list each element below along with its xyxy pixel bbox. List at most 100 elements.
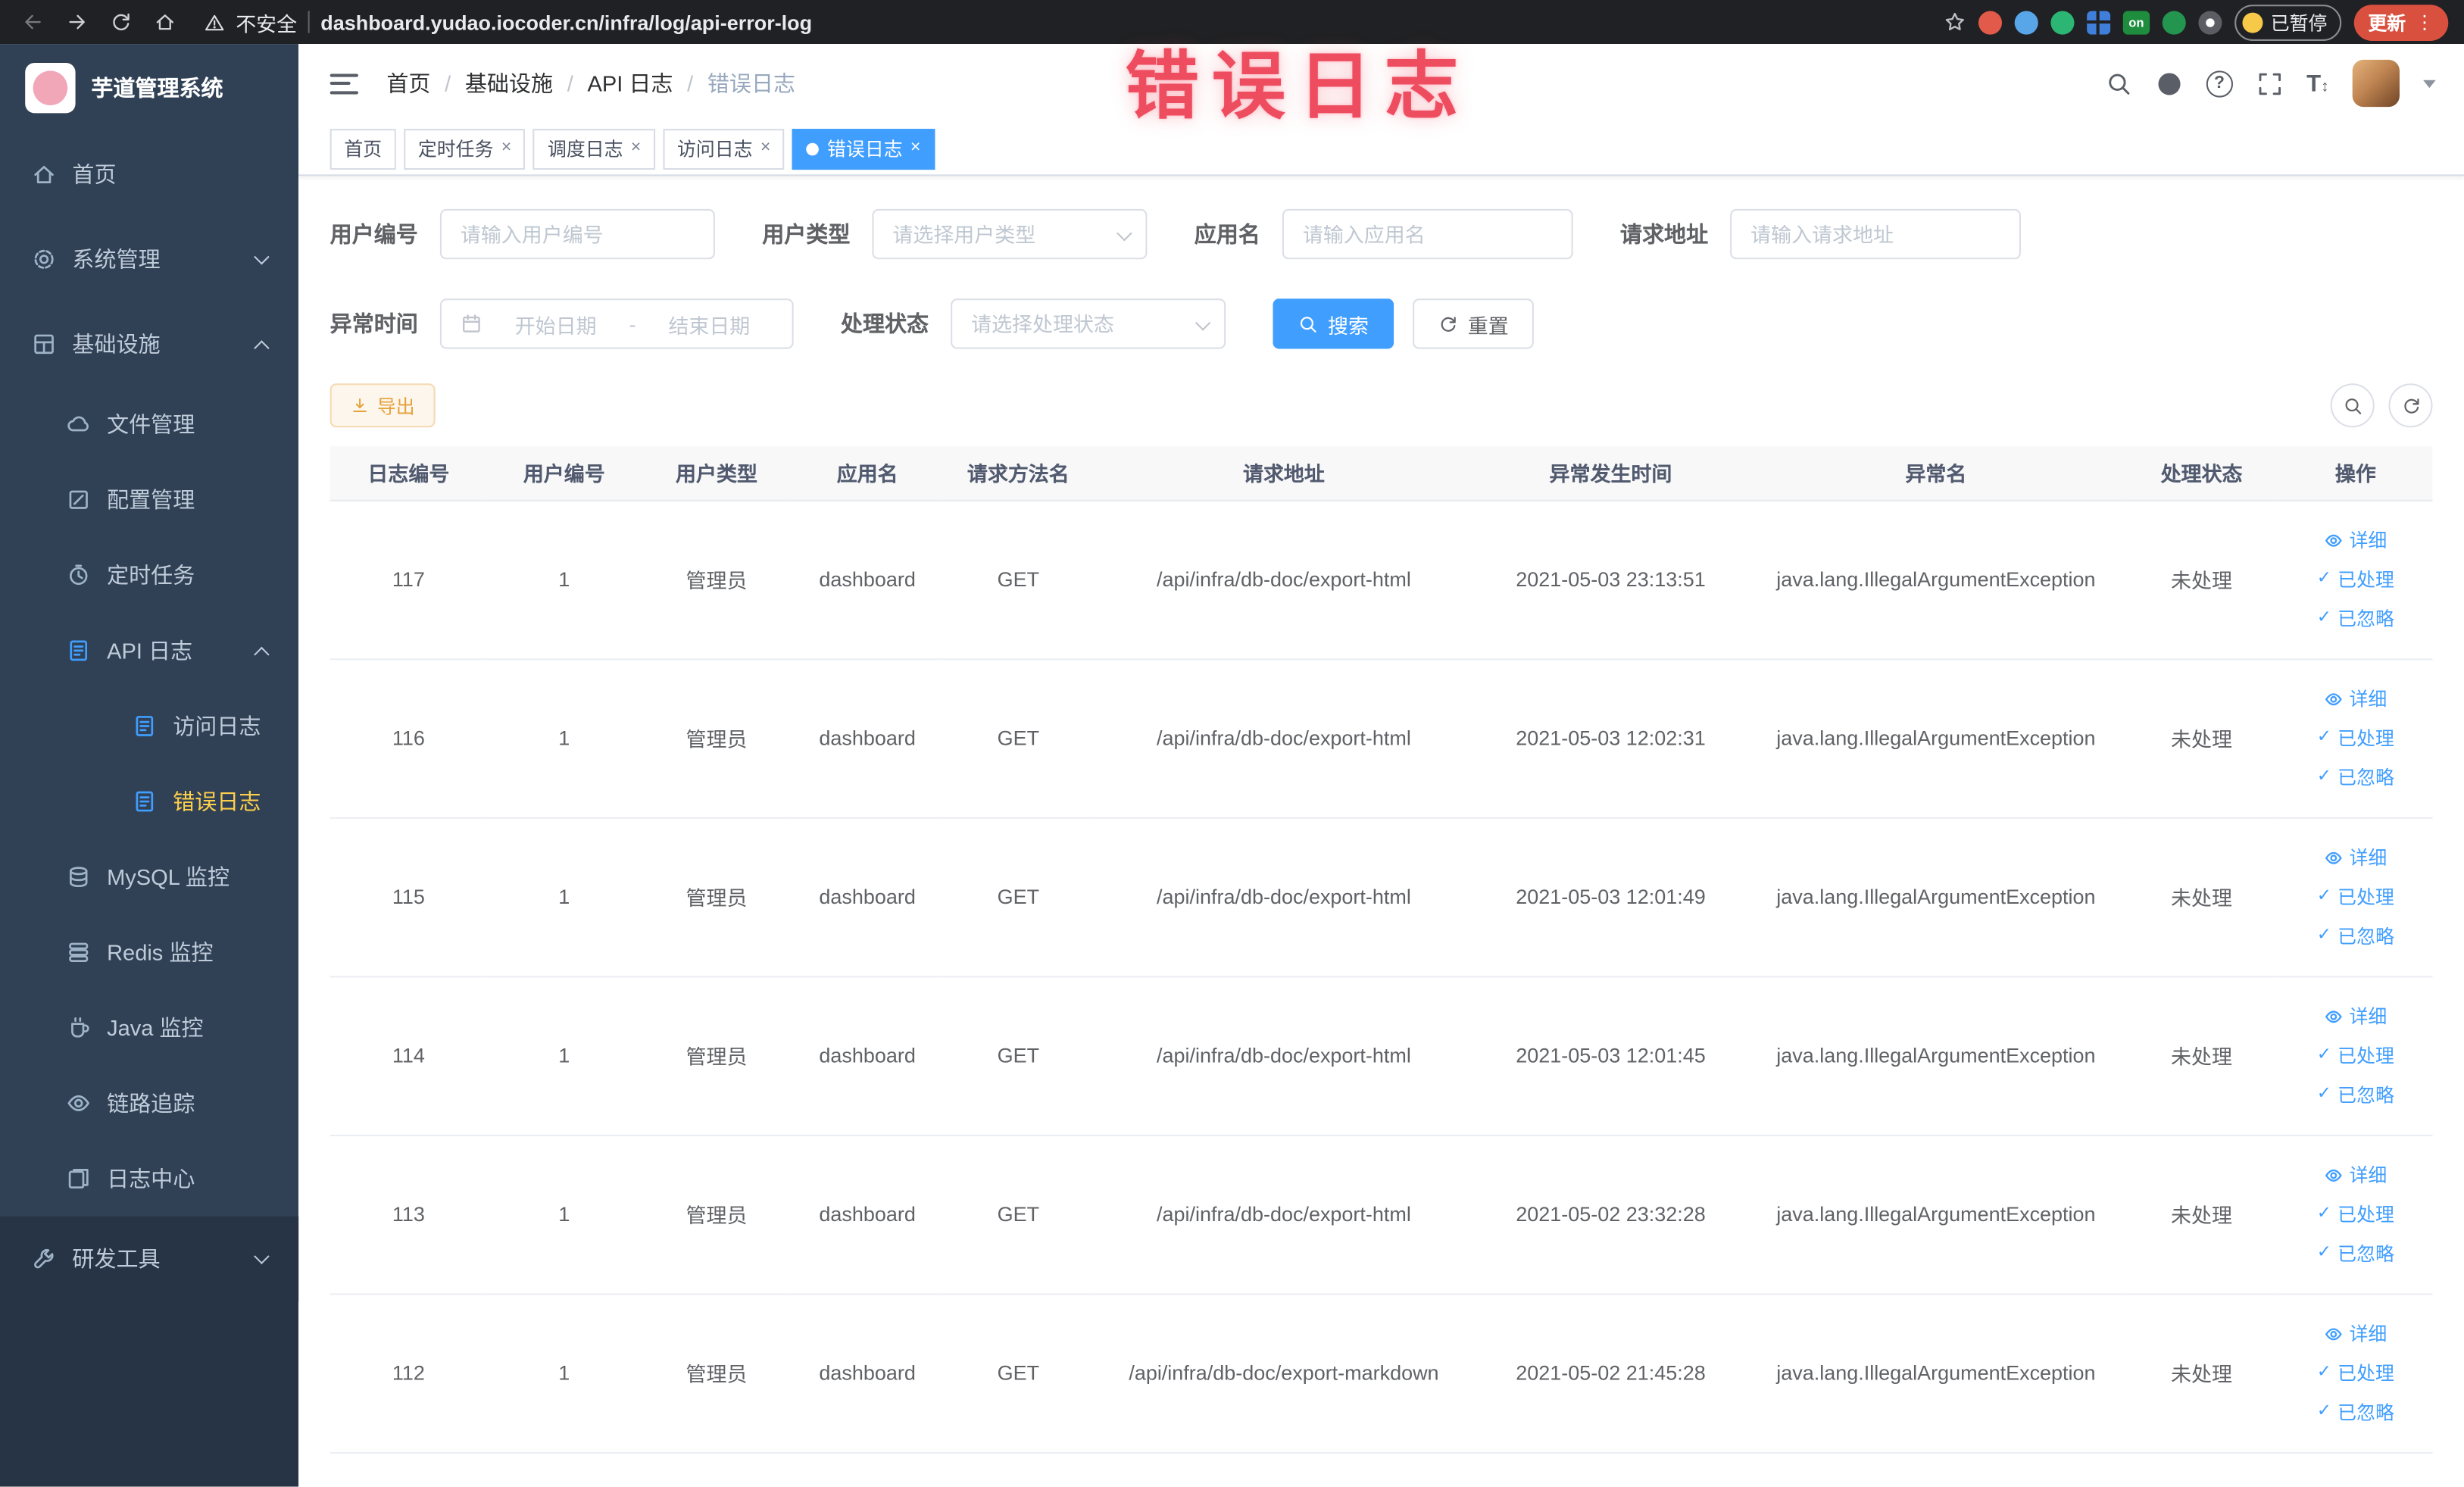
browser-actions: on 已暂停 更新 ⋮: [1944, 4, 2449, 40]
table-row: 114 1 管理员 dashboard GET /api/infra/db-do…: [329, 976, 2433, 1136]
app-logo-row[interactable]: 芋道管理系统: [0, 44, 298, 132]
address-bar[interactable]: 不安全 dashboard.yudao.iocoder.cn/infra/log…: [205, 7, 1919, 36]
search-button[interactable]: 搜索: [1273, 298, 1394, 349]
chevron-down-icon: [254, 248, 270, 264]
exception-time-range-picker[interactable]: 开始日期 - 结束日期: [439, 298, 794, 349]
search-icon: [1298, 314, 1319, 334]
user-id-input[interactable]: [439, 208, 715, 260]
browser-reload-button[interactable]: [104, 5, 139, 39]
processed-link[interactable]: ✓ 已处理: [2284, 1353, 2426, 1392]
top-navbar: 首页 / 基础设施 / API 日志 / 错误日志 ? T ↕: [298, 44, 2464, 123]
caret-down-icon[interactable]: [2423, 79, 2436, 88]
browser-home-button[interactable]: [148, 5, 183, 39]
sidebar-item-dev-tools[interactable]: 研发工具: [0, 1216, 299, 1301]
extension-icon-on[interactable]: on: [2122, 10, 2150, 34]
process-status-label: 处理状态: [840, 311, 929, 336]
sidebar-item-java-monitor[interactable]: Java 监控: [0, 990, 298, 1066]
sidebar-item-access-log[interactable]: 访问日志: [0, 689, 298, 764]
page-content: 用户编号 用户类型 应用名 请求: [298, 176, 2464, 1487]
font-size-icon[interactable]: T ↕: [2306, 70, 2328, 96]
fullscreen-icon[interactable]: [2256, 70, 2283, 96]
ignored-link[interactable]: ✓ 已忽略: [2284, 598, 2426, 638]
tags-view-bar: 首页 定时任务 × 调度日志 × 访问日志 × 错误日志 ×: [298, 122, 2464, 177]
calendar-icon: [461, 313, 482, 335]
refresh-button[interactable]: [2388, 383, 2433, 428]
sidebar-item-home[interactable]: 首页: [0, 132, 298, 217]
help-icon[interactable]: ?: [2206, 70, 2233, 97]
ignored-link[interactable]: ✓ 已忽略: [2284, 917, 2426, 956]
app-name-input[interactable]: [1282, 208, 1573, 260]
sidebar-item-error-log[interactable]: 错误日志: [0, 764, 298, 839]
detail-link[interactable]: 详细: [2284, 838, 2426, 877]
app-title: 芋道管理系统: [91, 75, 223, 101]
browser-forward-button[interactable]: [60, 5, 95, 39]
search-icon: [2342, 395, 2363, 416]
export-button[interactable]: 导出: [329, 383, 436, 428]
user-type-select[interactable]: [872, 208, 1148, 260]
tab-scheduled-tasks[interactable]: 定时任务 ×: [404, 128, 526, 170]
extension-icon-pin[interactable]: [2198, 10, 2222, 34]
tab-home[interactable]: 首页: [329, 128, 396, 170]
close-icon[interactable]: ×: [910, 139, 920, 158]
paused-badge[interactable]: 已暂停: [2234, 4, 2342, 40]
extension-icon-grid[interactable]: [2087, 10, 2111, 34]
sidebar-item-redis-monitor[interactable]: Redis 监控: [0, 914, 298, 990]
close-icon[interactable]: ×: [760, 139, 770, 158]
table-row: 115 1 管理员 dashboard GET /api/infra/db-do…: [329, 817, 2433, 977]
sidebar-item-infra[interactable]: 基础设施: [0, 301, 298, 386]
breadcrumb-api-log[interactable]: API 日志: [587, 67, 673, 98]
processed-link[interactable]: ✓ 已处理: [2284, 560, 2426, 599]
breadcrumb-infra[interactable]: 基础设施: [465, 67, 553, 98]
detail-link[interactable]: 详细: [2284, 1155, 2426, 1195]
processed-link[interactable]: ✓ 已处理: [2284, 1036, 2426, 1075]
sidebar-item-trace[interactable]: 链路追踪: [0, 1066, 298, 1142]
tab-error-log[interactable]: 错误日志 ×: [792, 128, 935, 170]
process-status-select[interactable]: [951, 298, 1226, 349]
github-icon[interactable]: [2156, 70, 2182, 96]
cell-actions: 详细 ✓ 已处理 ✓ 已忽略: [2278, 499, 2433, 660]
ignored-link[interactable]: ✓ 已忽略: [2284, 1234, 2426, 1273]
extension-icon-leaf[interactable]: [2162, 10, 2186, 34]
detail-link[interactable]: 详细: [2284, 1314, 2426, 1353]
detail-link[interactable]: 详细: [2284, 996, 2426, 1036]
sidebar-item-log-center[interactable]: 日志中心: [0, 1141, 298, 1217]
kebab-menu-icon: ⋮: [2415, 11, 2434, 33]
ignored-link[interactable]: ✓ 已忽略: [2284, 758, 2426, 797]
detail-link[interactable]: 详细: [2284, 679, 2426, 718]
ignored-link[interactable]: ✓ 已忽略: [2284, 1075, 2426, 1114]
close-icon[interactable]: ×: [631, 139, 641, 158]
sidebar-item-mysql-monitor[interactable]: MySQL 监控: [0, 839, 298, 915]
close-icon[interactable]: ×: [501, 139, 511, 158]
toggle-search-button[interactable]: [2330, 383, 2375, 428]
bookmark-star-icon[interactable]: [1944, 11, 1966, 33]
browser-back-button[interactable]: [16, 5, 51, 39]
tab-dispatch-log[interactable]: 调度日志 ×: [533, 128, 655, 170]
browser-update-button[interactable]: 更新 ⋮: [2353, 4, 2449, 40]
breadcrumb-home[interactable]: 首页: [386, 67, 430, 98]
col-user-type: 用户类型: [641, 446, 792, 501]
avatar[interactable]: [2352, 59, 2400, 108]
processed-link[interactable]: ✓ 已处理: [2284, 718, 2426, 758]
status-text: 未处理: [2124, 817, 2279, 977]
extension-icon-red[interactable]: [1978, 10, 2002, 34]
arrow-right-icon: [66, 11, 88, 33]
table-header-row: 日志编号 用户编号 用户类型 应用名 请求方法名 请求地址 异常发生时间 异常名…: [329, 446, 2433, 501]
hamburger-icon[interactable]: [329, 73, 359, 94]
detail-link[interactable]: 详细: [2284, 520, 2426, 560]
col-app-name: 应用名: [792, 446, 943, 501]
sidebar-item-api-log[interactable]: API 日志: [0, 613, 298, 689]
ignored-link[interactable]: ✓ 已忽略: [2284, 1392, 2426, 1432]
sidebar-item-file-manage[interactable]: 文件管理: [0, 386, 298, 462]
sidebar-item-system[interactable]: 系统管理: [0, 217, 298, 301]
processed-link[interactable]: ✓ 已处理: [2284, 877, 2426, 917]
request-url-input[interactable]: [1730, 208, 2021, 260]
extension-icon-green[interactable]: [2050, 10, 2075, 34]
processed-link[interactable]: ✓ 已处理: [2284, 1195, 2426, 1234]
status-text: 未处理: [2124, 499, 2279, 660]
tab-access-log[interactable]: 访问日志 ×: [663, 128, 785, 170]
reset-button[interactable]: 重置: [1413, 298, 1534, 349]
search-icon[interactable]: [2106, 70, 2132, 96]
extension-icon-blue[interactable]: [2014, 10, 2038, 34]
sidebar-item-config-manage[interactable]: 配置管理: [0, 462, 298, 538]
sidebar-item-scheduled-tasks[interactable]: 定时任务: [0, 538, 298, 614]
